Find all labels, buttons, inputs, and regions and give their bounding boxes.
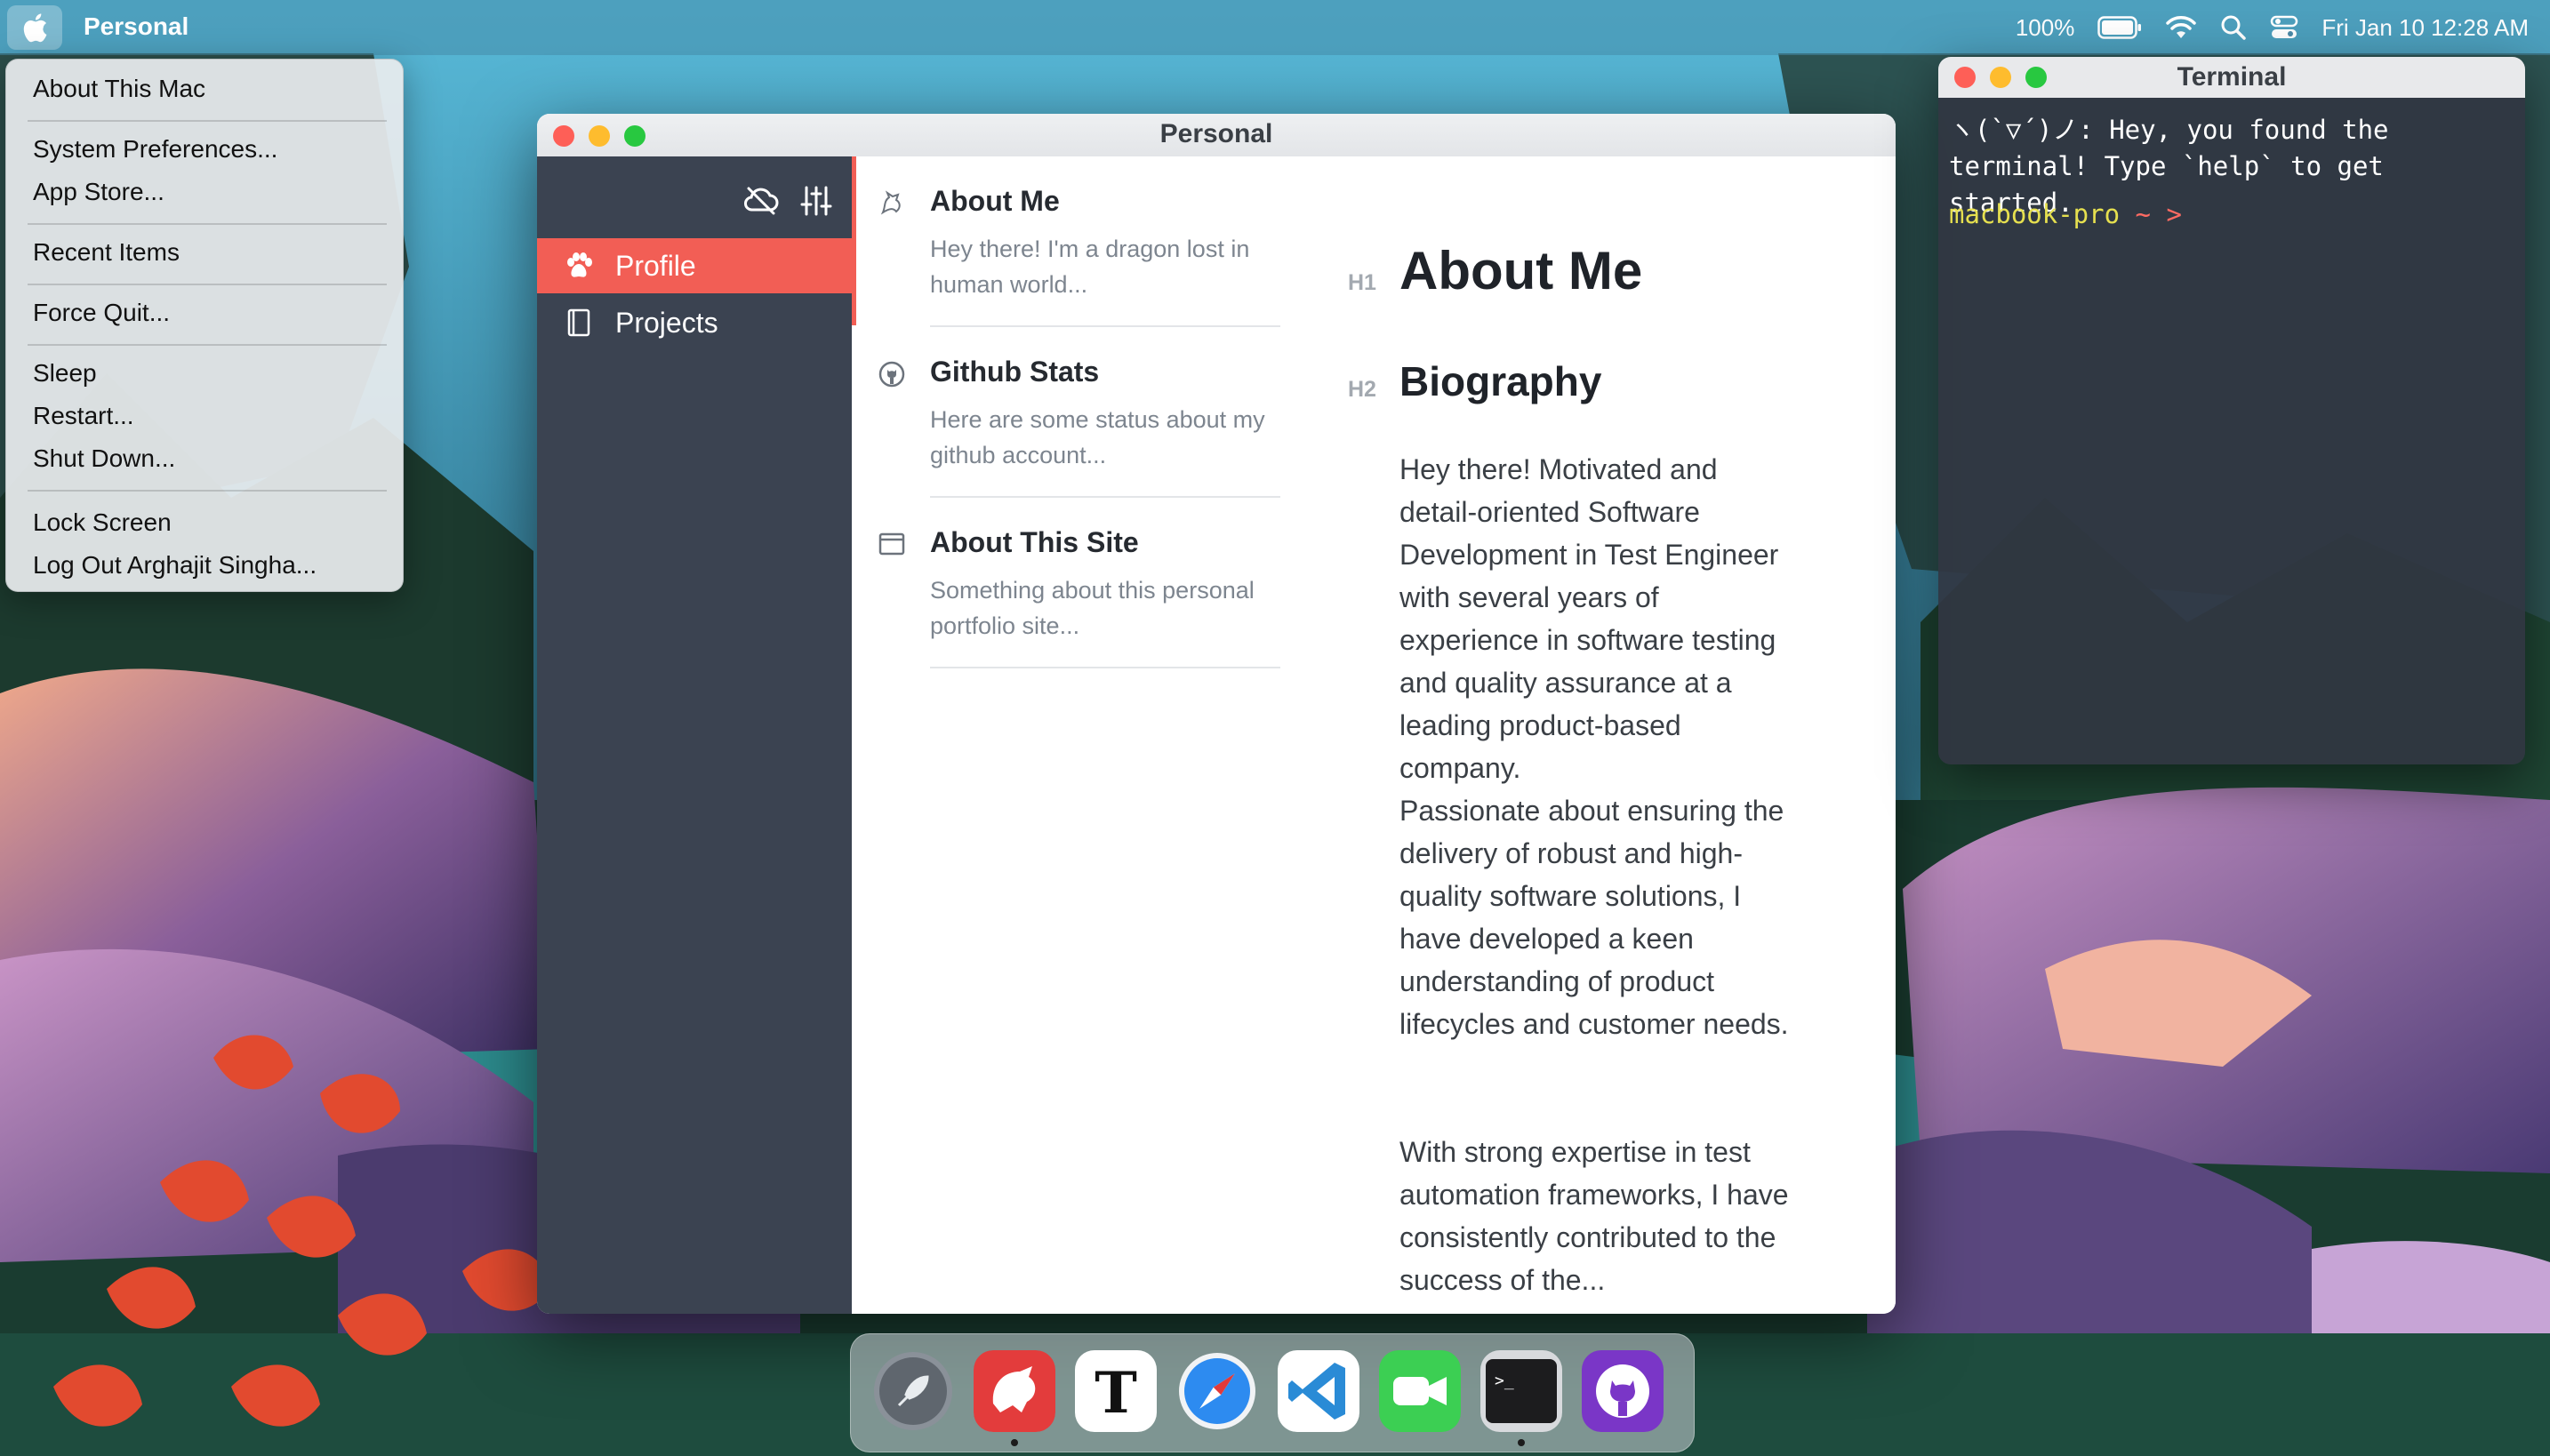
menu-item-restart[interactable]: Restart... bbox=[33, 397, 134, 435]
menu-item-force-quit[interactable]: Force Quit... bbox=[33, 294, 170, 332]
list-item-description: Something about this personal portfolio … bbox=[930, 577, 1255, 639]
menu-item-recent-items[interactable]: Recent Items bbox=[33, 234, 180, 271]
note-content[interactable]: H1 About Me H2 Biography Hey there! Moti… bbox=[1280, 156, 1896, 1314]
control-center-icon[interactable] bbox=[2270, 14, 2298, 41]
list-item-github-stats[interactable]: Github Stats Here are some status about … bbox=[852, 327, 1280, 498]
apple-logo-icon bbox=[23, 13, 47, 43]
note-paragraph: Passionate about ensuring the delivery o… bbox=[1399, 795, 1789, 1040]
github-icon[interactable] bbox=[1582, 1350, 1664, 1432]
menubar-clock[interactable]: Fri Jan 10 12:28 AM bbox=[2321, 14, 2529, 42]
terminal-title: Terminal bbox=[2177, 62, 2287, 92]
battery-icon[interactable] bbox=[2097, 16, 2142, 39]
window-title: Personal bbox=[1159, 119, 1273, 148]
personal-app-window: Personal Profile Projects About Me Hey t… bbox=[537, 114, 1896, 1314]
window-titlebar[interactable]: Personal bbox=[537, 114, 1896, 157]
note-paragraph: With strong expertise in test automation… bbox=[1399, 1136, 1789, 1296]
cloud-off-icon[interactable] bbox=[743, 185, 779, 215]
vscode-icon[interactable] bbox=[1278, 1350, 1359, 1432]
menu-separator bbox=[28, 223, 387, 225]
list-item-description: Hey there! I'm a dragon lost in human wo… bbox=[930, 236, 1250, 298]
list-item-about-me[interactable]: About Me Hey there! I'm a dragon lost in… bbox=[852, 156, 1280, 327]
book-icon bbox=[567, 308, 590, 337]
list-item-title: Github Stats bbox=[930, 356, 1100, 388]
heading-level-label: H1 bbox=[1348, 270, 1376, 295]
typora-icon[interactable]: T bbox=[1075, 1350, 1157, 1432]
wifi-icon[interactable] bbox=[2165, 15, 2197, 40]
terminal-window[interactable]: Terminal ヽ(`▽´)ノ: Hey, you found the ter… bbox=[1938, 57, 2525, 764]
menu-item-lock-screen[interactable]: Lock Screen bbox=[33, 504, 172, 541]
menu-bar: Personal 100% Fri Jan 10 12:28 AM bbox=[0, 0, 2550, 55]
terminal-icon[interactable]: >_ bbox=[1480, 1350, 1562, 1432]
facetime-icon[interactable] bbox=[1379, 1350, 1461, 1432]
terminal-prompt[interactable]: macbook-pro ~ > bbox=[1949, 199, 2182, 229]
rocket-icon[interactable] bbox=[872, 1350, 954, 1432]
terminal-hostname: macbook-pro bbox=[1949, 199, 2121, 229]
sidebar-item-profile[interactable]: Profile bbox=[537, 238, 852, 293]
sidebar-item-projects[interactable]: Projects bbox=[537, 295, 852, 350]
dragon-icon bbox=[880, 190, 901, 215]
paw-icon bbox=[567, 252, 592, 277]
terminal-titlebar[interactable]: Terminal bbox=[1938, 57, 2525, 98]
list-item-title: About Me bbox=[930, 185, 1060, 217]
sidebar: Profile Projects bbox=[537, 156, 852, 1314]
spotlight-search-icon[interactable] bbox=[2220, 14, 2247, 41]
menu-separator bbox=[28, 344, 387, 346]
bear-icon[interactable] bbox=[974, 1350, 1055, 1432]
safari-compass-icon[interactable] bbox=[1176, 1350, 1258, 1432]
heading-level-label: H2 bbox=[1348, 377, 1376, 402]
sliders-icon[interactable] bbox=[800, 185, 832, 217]
svg-text:>_: >_ bbox=[1495, 1372, 1514, 1390]
active-app-name[interactable]: Personal bbox=[84, 12, 188, 41]
apple-menu-button[interactable] bbox=[7, 5, 62, 50]
sidebar-item-label: Profile bbox=[615, 249, 696, 282]
running-indicator bbox=[1011, 1439, 1018, 1446]
menu-item-shut-down[interactable]: Shut Down... bbox=[33, 440, 175, 477]
list-item-description: Here are some status about my github acc… bbox=[930, 406, 1265, 468]
list-item-title: About This Site bbox=[930, 526, 1139, 558]
menu-item-app-store[interactable]: App Store... bbox=[33, 173, 164, 211]
note-heading-2: Biography bbox=[1399, 358, 1602, 404]
terminal-prompt-symbol: > bbox=[2166, 199, 2182, 229]
running-indicator bbox=[1518, 1439, 1525, 1446]
dock: T >_ bbox=[850, 1333, 1695, 1452]
svg-text:T: T bbox=[1095, 1360, 1137, 1427]
browser-window-icon bbox=[878, 532, 905, 556]
note-heading-1: About Me bbox=[1399, 241, 1643, 300]
list-item-about-this-site[interactable]: About This Site Something about this per… bbox=[852, 498, 1280, 668]
apple-menu-dropdown: About This Mac System Preferences... App… bbox=[5, 59, 404, 592]
github-icon bbox=[878, 361, 905, 388]
list-divider bbox=[930, 667, 1280, 668]
menu-item-log-out[interactable]: Log Out Arghajit Singha... bbox=[33, 547, 317, 584]
menu-item-system-preferences[interactable]: System Preferences... bbox=[33, 131, 277, 168]
terminal-cwd: ~ bbox=[2135, 199, 2151, 229]
menu-separator bbox=[28, 284, 387, 285]
notes-list: About Me Hey there! I'm a dragon lost in… bbox=[852, 156, 1282, 1314]
note-paragraph: Hey there! Motivated and detail-oriented… bbox=[1399, 453, 1779, 784]
battery-percent[interactable]: 100% bbox=[2016, 14, 2075, 42]
menu-item-about-this-mac[interactable]: About This Mac bbox=[33, 70, 205, 108]
menu-item-sleep[interactable]: Sleep bbox=[33, 355, 97, 392]
sidebar-item-label: Projects bbox=[615, 306, 718, 339]
menu-separator bbox=[28, 490, 387, 492]
menu-separator bbox=[28, 120, 387, 122]
